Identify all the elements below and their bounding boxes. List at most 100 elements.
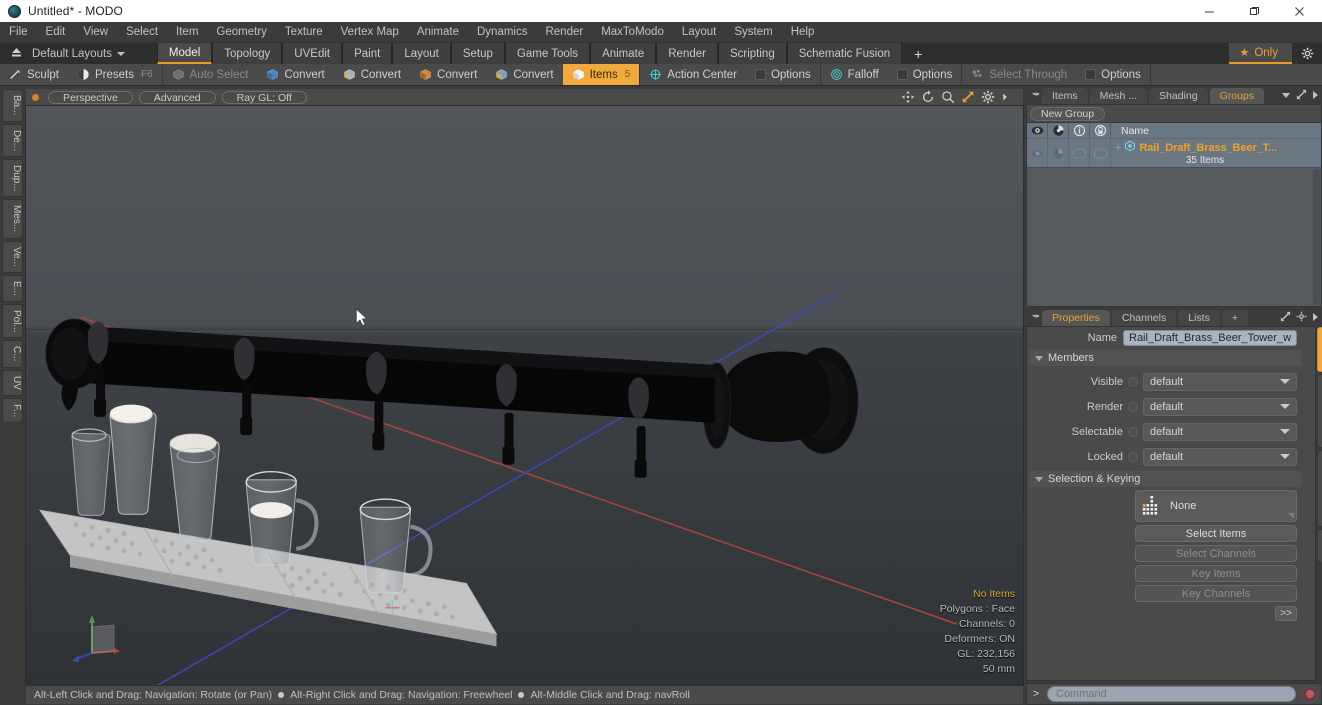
layout-tab-uvedit[interactable]: UVEdit <box>282 43 343 64</box>
expand-icon[interactable] <box>1280 311 1291 325</box>
viewport-raygl-toggle[interactable]: Ray GL: Off <box>221 90 307 104</box>
selectable-override-dot[interactable] <box>1128 426 1138 437</box>
items-button[interactable]: Items 5 <box>562 64 640 85</box>
layout-tab-schematic-fusion[interactable]: Schematic Fusion <box>786 43 903 64</box>
chevron-right-icon[interactable] <box>1001 90 1015 104</box>
left-tab-deform[interactable]: De... <box>2 123 23 157</box>
action-center-options-button[interactable]: Options <box>746 64 820 85</box>
maximize-icon[interactable] <box>1232 0 1277 22</box>
add-layout-tab-button[interactable]: + <box>902 43 934 64</box>
tab-lists[interactable]: Lists <box>1178 310 1220 326</box>
name-field[interactable]: Rail_Draft_Brass_Beer_Tower_w <box>1123 329 1298 346</box>
checkbox-icon[interactable] <box>1085 69 1097 80</box>
visible-override-dot[interactable] <box>1128 376 1138 387</box>
lock-icon[interactable] <box>1090 123 1111 138</box>
select-through-button[interactable]: Select Through <box>962 64 1076 85</box>
menu-system[interactable]: System <box>725 22 781 43</box>
convert-button-1[interactable]: Convert <box>257 64 333 85</box>
tab-groups[interactable]: Groups <box>1209 88 1265 104</box>
tab-add[interactable]: + <box>1221 310 1248 326</box>
select-through-options-button[interactable]: Options <box>1076 64 1150 85</box>
panel-menu-icon[interactable] <box>1028 88 1042 104</box>
row-render-icon[interactable] <box>1048 139 1069 167</box>
expand-icon[interactable] <box>1296 89 1307 103</box>
locked-dropdown[interactable]: default <box>1143 447 1298 466</box>
minimize-icon[interactable] <box>1187 0 1232 22</box>
side-tab-groups[interactable]: Groups <box>1317 327 1322 373</box>
layout-tab-topology[interactable]: Topology <box>212 43 283 64</box>
info-icon[interactable] <box>1069 123 1090 138</box>
layout-tab-game-tools[interactable]: Game Tools <box>504 43 591 64</box>
gear-icon[interactable] <box>981 90 995 104</box>
layout-tab-paint[interactable]: Paint <box>342 43 393 64</box>
menu-dynamics[interactable]: Dynamics <box>468 22 536 43</box>
menu-file[interactable]: File <box>0 22 37 43</box>
left-tab-basic[interactable]: Ba... <box>2 89 23 122</box>
left-tab-mesh[interactable]: Mes... <box>2 199 23 239</box>
layout-tab-layout[interactable]: Layout <box>392 43 451 64</box>
auto-select-button[interactable]: Auto Select <box>163 64 258 85</box>
layout-tab-setup[interactable]: Setup <box>450 43 505 64</box>
row-eye-icon[interactable] <box>1027 139 1048 167</box>
none-selector-button[interactable]: None <box>1135 490 1298 522</box>
falloff-options-button[interactable]: Options <box>888 64 962 85</box>
render-dropdown[interactable]: default <box>1143 397 1298 416</box>
rotate-icon[interactable] <box>921 90 935 104</box>
record-icon[interactable] <box>1301 685 1318 703</box>
properties-menu-icon[interactable] <box>1028 310 1042 326</box>
tab-items[interactable]: Items <box>1042 88 1088 104</box>
menu-view[interactable]: View <box>74 22 117 43</box>
more-button[interactable]: >> <box>1275 606 1298 621</box>
menu-vertex-map[interactable]: Vertex Map <box>332 22 408 43</box>
tab-shading[interactable]: Shading <box>1149 88 1208 104</box>
action-center-button[interactable]: Action Center <box>640 64 746 85</box>
only-button[interactable]: ★ Only <box>1229 43 1292 64</box>
members-section-header[interactable]: Members <box>1029 350 1302 366</box>
viewport-mode-perspective[interactable]: Perspective <box>48 90 133 104</box>
new-group-button[interactable]: New Group <box>1030 106 1106 121</box>
viewport-style-advanced[interactable]: Advanced <box>138 90 216 104</box>
left-tab-polygon[interactable]: Pol... <box>2 303 23 339</box>
tab-mesh[interactable]: Mesh ... <box>1089 88 1148 104</box>
sculpt-button[interactable]: Sculpt <box>0 64 68 85</box>
selectable-dropdown[interactable]: default <box>1143 422 1298 441</box>
menu-render[interactable]: Render <box>536 22 592 43</box>
eye-icon[interactable] <box>1027 123 1048 138</box>
viewport-3d[interactable]: No Items Polygons : Face Channels: 0 Def… <box>25 105 1024 686</box>
zoom-icon[interactable] <box>941 90 955 104</box>
close-icon[interactable] <box>1277 0 1322 22</box>
checkbox-icon[interactable] <box>754 69 766 80</box>
layout-tab-scripting[interactable]: Scripting <box>717 43 787 64</box>
menu-item[interactable]: Item <box>167 22 207 43</box>
select-items-button[interactable]: Select Items <box>1135 525 1298 542</box>
chevron-right-icon[interactable] <box>1312 90 1319 103</box>
layout-tab-animate[interactable]: Animate <box>590 43 657 64</box>
convert-button-3[interactable]: Convert <box>410 64 486 85</box>
group-row-name-cell[interactable]: + Rail_Draft_Brass_Beer_T... 35 Items <box>1111 139 1321 167</box>
menu-maxtomodo[interactable]: MaxToModo <box>592 22 673 43</box>
visible-dropdown[interactable]: default <box>1143 372 1298 391</box>
row-info-toggle[interactable] <box>1069 139 1090 167</box>
menu-select[interactable]: Select <box>117 22 167 43</box>
chevron-down-icon[interactable] <box>1281 90 1291 102</box>
render-override-dot[interactable] <box>1128 401 1138 412</box>
side-tab-group-display[interactable]: Group Display <box>1317 374 1322 449</box>
expander-icon[interactable]: + <box>1115 142 1121 154</box>
gear-icon[interactable] <box>1296 311 1307 325</box>
pan-icon[interactable] <box>901 90 915 104</box>
left-tab-vertex[interactable]: Ve... <box>2 240 23 273</box>
selection-keying-section-header[interactable]: Selection & Keying <box>1029 471 1302 487</box>
groups-tree-empty-area[interactable] <box>1027 167 1321 306</box>
row-lock-toggle[interactable] <box>1090 139 1111 167</box>
tab-channels[interactable]: Channels <box>1111 310 1177 326</box>
render-icon[interactable] <box>1048 123 1069 138</box>
left-tab-edge[interactable]: E... <box>2 274 23 302</box>
tab-properties[interactable]: Properties <box>1042 310 1110 326</box>
layout-tab-render[interactable]: Render <box>656 43 718 64</box>
menu-edit[interactable]: Edit <box>37 22 75 43</box>
checkbox-icon[interactable] <box>896 69 908 80</box>
table-row[interactable]: + Rail_Draft_Brass_Beer_T... 35 Items <box>1027 138 1321 167</box>
convert-button-4[interactable]: Convert <box>486 64 562 85</box>
menu-help[interactable]: Help <box>782 22 824 43</box>
fit-icon[interactable] <box>961 90 975 104</box>
